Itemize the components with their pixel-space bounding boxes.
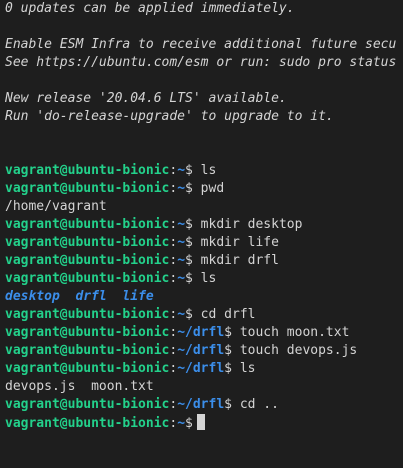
- prompt-path: ~: [177, 271, 186, 286]
- motd-release-line-1: New release '20.04.6 LTS' available.: [5, 91, 287, 106]
- prompt-dollar: $: [224, 397, 232, 412]
- command-output: devops.js moon.txt: [5, 379, 154, 394]
- prompt-path: ~/drfl: [177, 343, 225, 358]
- prompt-user-host: vagrant@ubuntu-bionic: [5, 217, 170, 232]
- prompt-path: ~/drfl: [177, 361, 225, 376]
- prompt-line: vagrant@ubuntu-bionic:~$ mkdir drfl: [5, 252, 403, 270]
- prompt-path: ~: [177, 307, 186, 322]
- prompt-line: vagrant@ubuntu-bionic:~/drfl$ touch moon…: [5, 324, 403, 342]
- prompt-dollar: $: [224, 361, 232, 376]
- terminal-window[interactable]: 0 updates can be applied immediately. En…: [0, 0, 403, 468]
- prompt-line: vagrant@ubuntu-bionic:~$ cd drfl: [5, 306, 403, 324]
- text-cursor[interactable]: [196, 414, 205, 430]
- command-text: ls: [192, 271, 217, 286]
- prompt-user-host: vagrant@ubuntu-bionic: [5, 361, 170, 376]
- prompt-user-host: vagrant@ubuntu-bionic: [5, 416, 170, 431]
- command-text: mkdir drfl: [192, 253, 279, 268]
- prompt-dollar: $: [185, 416, 193, 431]
- directory-entry: life: [122, 289, 154, 304]
- prompt-dollar: $: [185, 217, 193, 232]
- prompt-dollar: $: [185, 181, 193, 196]
- motd-updates: 0 updates can be applied immediately.: [5, 1, 295, 16]
- prompt-path: ~/drfl: [177, 397, 225, 412]
- prompt-path: ~: [177, 217, 186, 232]
- active-prompt-line[interactable]: vagrant@ubuntu-bionic:~$: [5, 414, 403, 432]
- prompt-line: vagrant@ubuntu-bionic:~$ ls: [5, 270, 403, 288]
- prompt-dollar: $: [185, 253, 193, 268]
- motd-release-line-2: Run 'do-release-upgrade' to upgrade to i…: [5, 109, 334, 124]
- command-text: cd ..: [232, 397, 279, 412]
- command-output: /home/vagrant: [5, 199, 107, 214]
- command-text: touch moon.txt: [232, 325, 350, 340]
- prompt-user-host: vagrant@ubuntu-bionic: [5, 271, 170, 286]
- prompt-path: ~: [177, 163, 186, 178]
- prompt-user-host: vagrant@ubuntu-bionic: [5, 235, 170, 250]
- prompt-dollar: $: [185, 271, 193, 286]
- prompt-line: vagrant@ubuntu-bionic:~/drfl$ cd ..: [5, 396, 403, 414]
- prompt-path: ~: [177, 235, 186, 250]
- motd-esm-line-2: See https://ubuntu.com/esm or run: sudo …: [5, 55, 397, 70]
- prompt-user-host: vagrant@ubuntu-bionic: [5, 163, 170, 178]
- command-text: mkdir life: [192, 235, 279, 250]
- prompt-line: vagrant@ubuntu-bionic:~$ pwd: [5, 180, 403, 198]
- prompt-path: ~/drfl: [177, 325, 225, 340]
- motd-esm-line-1: Enable ESM Infra to receive additional f…: [5, 37, 397, 52]
- prompt-dollar: $: [185, 163, 193, 178]
- prompt-user-host: vagrant@ubuntu-bionic: [5, 397, 170, 412]
- directory-entry: desktop: [5, 289, 60, 304]
- prompt-line: vagrant@ubuntu-bionic:~/drfl$ ls: [5, 360, 403, 378]
- prompt-dollar: $: [185, 235, 193, 250]
- prompt-line: vagrant@ubuntu-bionic:~$ mkdir life: [5, 234, 403, 252]
- command-text: ls: [192, 163, 217, 178]
- command-text: pwd: [192, 181, 225, 196]
- prompt-user-host: vagrant@ubuntu-bionic: [5, 181, 170, 196]
- ls-output-directories: desktop drfl life: [5, 288, 403, 306]
- prompt-dollar: $: [185, 307, 193, 322]
- prompt-line: vagrant@ubuntu-bionic:~/drfl$ touch devo…: [5, 342, 403, 360]
- prompt-line: vagrant@ubuntu-bionic:~$ ls: [5, 162, 403, 180]
- prompt-dollar: $: [224, 343, 232, 358]
- prompt-user-host: vagrant@ubuntu-bionic: [5, 325, 170, 340]
- prompt-line: vagrant@ubuntu-bionic:~$ mkdir desktop: [5, 216, 403, 234]
- prompt-path: ~: [177, 181, 186, 196]
- command-text: ls: [232, 361, 256, 376]
- command-text: touch devops.js: [232, 343, 358, 358]
- prompt-user-host: vagrant@ubuntu-bionic: [5, 343, 170, 358]
- prompt-path: ~: [177, 416, 186, 431]
- prompt-dollar: $: [224, 325, 232, 340]
- prompt-path: ~: [177, 253, 186, 268]
- directory-entry: drfl: [75, 289, 107, 304]
- prompt-user-host: vagrant@ubuntu-bionic: [5, 307, 170, 322]
- command-text: cd drfl: [192, 307, 256, 322]
- prompt-user-host: vagrant@ubuntu-bionic: [5, 253, 170, 268]
- command-text: mkdir desktop: [192, 217, 303, 232]
